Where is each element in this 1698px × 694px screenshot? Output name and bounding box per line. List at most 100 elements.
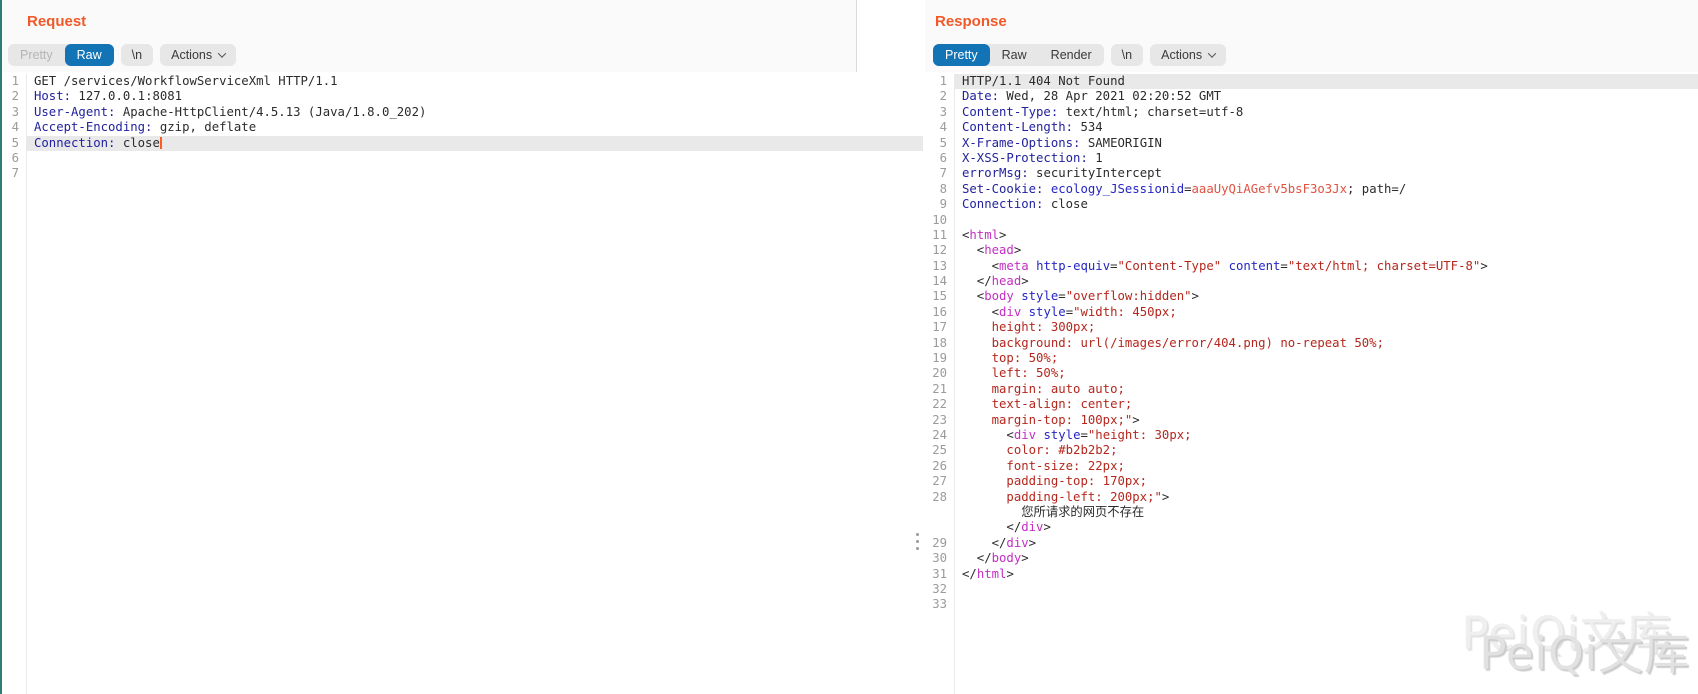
line-number: 6 [925, 151, 954, 166]
line-text: HTTP/1.1 404 Not Found [954, 74, 1698, 89]
line-text: Date: Wed, 28 Apr 2021 02:20:52 GMT [954, 89, 1698, 104]
panel-splitter-handle-icon[interactable] [916, 533, 919, 550]
line-text: Accept-Encoding: gzip, deflate [26, 120, 923, 135]
code-line: 2Date: Wed, 28 Apr 2021 02:20:52 GMT [925, 89, 1698, 104]
response-tab-raw[interactable]: Raw [990, 44, 1039, 66]
line-number: 19 [925, 351, 954, 366]
line-number: 3 [925, 105, 954, 120]
code-line: 3User-Agent: Apache-HttpClient/4.5.13 (J… [2, 105, 923, 120]
code-line: 23 margin-top: 100px;"> [925, 413, 1698, 428]
line-number: 7 [2, 166, 26, 181]
line-text: <meta http-equiv="Content-Type" content=… [954, 259, 1698, 274]
line-text: font-size: 22px; [954, 459, 1698, 474]
line-number: 6 [2, 151, 26, 166]
request-tab-actions[interactable]: Actions [160, 44, 236, 66]
line-number: 4 [925, 120, 954, 135]
line-text: color: #b2b2b2; [954, 443, 1698, 458]
code-line: 19 top: 50%; [925, 351, 1698, 366]
line-text: X-XSS-Protection: 1 [954, 151, 1698, 166]
line-text: margin-top: 100px;"> [954, 413, 1698, 428]
response-tab-render[interactable]: Render [1039, 44, 1104, 66]
response-lines: 1HTTP/1.1 404 Not Found2Date: Wed, 28 Ap… [925, 74, 1698, 613]
code-line: 11<html> [925, 228, 1698, 243]
line-number: 1 [925, 74, 954, 89]
line-number: 27 [925, 474, 954, 489]
line-number: 16 [925, 305, 954, 320]
gutter-divider [26, 74, 27, 694]
line-text: errorMsg: securityIntercept [954, 166, 1698, 181]
line-number: 13 [925, 259, 954, 274]
line-number: 11 [925, 228, 954, 243]
response-tab-n[interactable]: \n [1111, 44, 1143, 66]
line-number: 7 [925, 166, 954, 181]
code-line: 7 [2, 166, 923, 181]
code-line: </div> [925, 520, 1698, 535]
response-panel: Response PrettyRawRender\nActions 1HTTP/… [925, 0, 1698, 694]
line-number: 9 [925, 197, 954, 212]
line-number: 15 [925, 289, 954, 304]
line-text: <div style="height: 30px; [954, 428, 1698, 443]
text-cursor [160, 137, 162, 149]
line-number: 28 [925, 490, 954, 505]
line-text: <head> [954, 243, 1698, 258]
request-editor[interactable]: 1GET /services/WorkflowServiceXml HTTP/1… [2, 74, 923, 694]
line-text: </div> [954, 536, 1698, 551]
line-number: 31 [925, 567, 954, 582]
chevron-down-icon [1208, 49, 1216, 57]
request-title: Request [27, 13, 86, 30]
code-line: 1HTTP/1.1 404 Not Found [925, 74, 1698, 89]
line-text: top: 50%; [954, 351, 1698, 366]
request-tab-pretty[interactable]: Pretty [8, 44, 65, 66]
line-number: 17 [925, 320, 954, 335]
response-editor[interactable]: 1HTTP/1.1 404 Not Found2Date: Wed, 28 Ap… [925, 74, 1698, 694]
code-line: 6 [2, 151, 923, 166]
code-line: 13 <meta http-equiv="Content-Type" conte… [925, 259, 1698, 274]
line-text: X-Frame-Options: SAMEORIGIN [954, 136, 1698, 151]
code-line: 4Accept-Encoding: gzip, deflate [2, 120, 923, 135]
line-number: 4 [2, 120, 26, 135]
line-number: 2 [925, 89, 954, 104]
response-tab-actions[interactable]: Actions [1150, 44, 1226, 66]
line-number: 21 [925, 382, 954, 397]
code-line: 15 <body style="overflow:hidden"> [925, 289, 1698, 304]
request-tab-n[interactable]: \n [121, 44, 153, 66]
line-text: Connection: close [954, 197, 1698, 212]
line-number: 2 [2, 89, 26, 104]
chevron-down-icon [218, 49, 226, 57]
line-text [26, 151, 923, 166]
code-line: 32 [925, 582, 1698, 597]
response-tabs: PrettyRawRender \n Actions [933, 44, 1226, 66]
line-number: 24 [925, 428, 954, 443]
line-text [954, 597, 1698, 612]
line-text: Host: 127.0.0.1:8081 [26, 89, 923, 104]
code-line: 14 </head> [925, 274, 1698, 289]
line-text: text-align: center; [954, 397, 1698, 412]
request-lines: 1GET /services/WorkflowServiceXml HTTP/1… [2, 74, 923, 182]
line-text: </head> [954, 274, 1698, 289]
code-line: 27 padding-top: 170px; [925, 474, 1698, 489]
line-number: 14 [925, 274, 954, 289]
code-line: 8Set-Cookie: ecology_JSessionid=aaaUyQiA… [925, 182, 1698, 197]
line-text: height: 300px; [954, 320, 1698, 335]
line-number: 5 [2, 136, 26, 151]
code-line: 12 <head> [925, 243, 1698, 258]
line-number: 26 [925, 459, 954, 474]
line-text: <html> [954, 228, 1698, 243]
code-line: 10 [925, 213, 1698, 228]
line-text: </div> [954, 520, 1698, 535]
code-line: 22 text-align: center; [925, 397, 1698, 412]
line-number: 33 [925, 597, 954, 612]
code-line: 29 </div> [925, 536, 1698, 551]
response-tab-pretty[interactable]: Pretty [933, 44, 990, 66]
request-panel: Request PrettyRaw \n Actions 1GET /service… [2, 0, 923, 694]
line-text [26, 166, 923, 181]
line-text: <body style="overflow:hidden"> [954, 289, 1698, 304]
line-number: 22 [925, 397, 954, 412]
line-text: background: url(/images/error/404.png) n… [954, 336, 1698, 351]
code-line: 31</html> [925, 567, 1698, 582]
line-number: 30 [925, 551, 954, 566]
request-tab-raw[interactable]: Raw [65, 44, 114, 66]
line-text: Content-Type: text/html; charset=utf-8 [954, 105, 1698, 120]
code-line: 26 font-size: 22px; [925, 459, 1698, 474]
line-text: <div style="width: 450px; [954, 305, 1698, 320]
